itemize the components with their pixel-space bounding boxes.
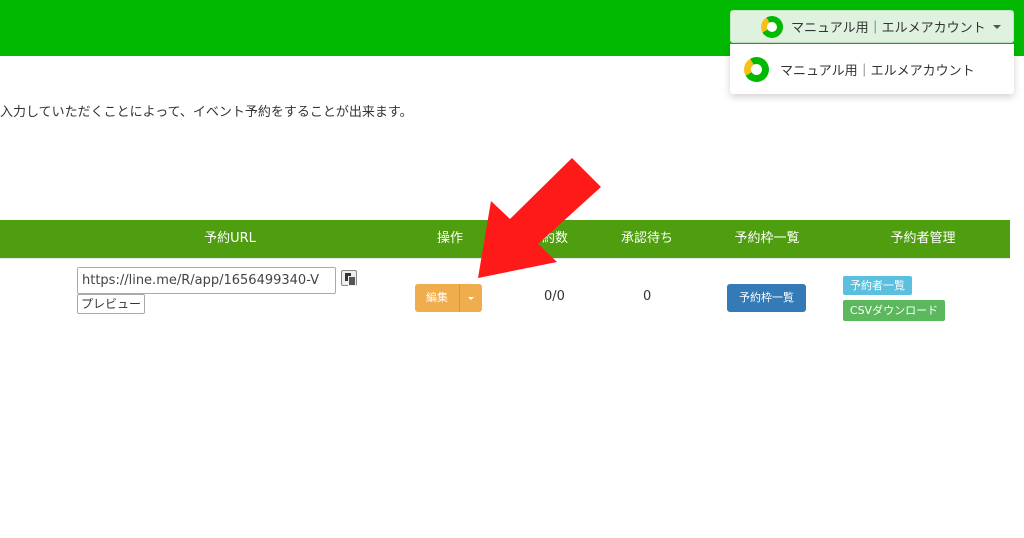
account-dropdown-menu: マニュアル用｜エルメアカウント	[730, 44, 1014, 94]
table-header: 予約URL 操作 約数 承認待ち 予約枠一覧 予約者管理	[0, 220, 1010, 258]
column-header-url: 予約URL	[204, 231, 256, 246]
reservation-url-field[interactable]	[77, 267, 336, 294]
account-switcher-button[interactable]: マニュアル用｜エルメアカウント	[730, 10, 1014, 43]
edit-button-group: 編集	[415, 284, 482, 312]
reserver-list-button[interactable]: 予約者一覧	[843, 276, 912, 295]
column-header-reserver-management: 予約者管理	[890, 231, 956, 246]
slot-list-button[interactable]: 予約枠一覧	[727, 284, 806, 312]
reservation-count: 0/0	[544, 289, 565, 304]
account-logo-icon	[744, 56, 769, 82]
csv-download-button[interactable]: CSVダウンロード	[843, 300, 945, 321]
chevron-down-icon	[992, 24, 1001, 29]
column-header-pending: 承認待ち	[620, 231, 673, 246]
edit-dropdown-toggle[interactable]	[460, 284, 482, 312]
caret-down-icon	[468, 296, 474, 300]
column-header-actions: 操作	[436, 231, 463, 246]
intro-text: 入力していただくことによって、イベント予約をすることが出来ます。	[0, 105, 413, 120]
copy-icon[interactable]	[341, 270, 357, 286]
dropdown-item-account[interactable]: マニュアル用｜エルメアカウント	[780, 60, 975, 79]
pending-count: 0	[643, 289, 652, 304]
edit-button[interactable]: 編集	[415, 284, 460, 312]
column-header-count: 約数	[541, 231, 568, 246]
account-label: マニュアル用｜エルメアカウント	[791, 21, 986, 36]
column-header-slot-list: 予約枠一覧	[734, 231, 800, 246]
account-logo-icon	[761, 15, 783, 38]
divider	[0, 258, 1010, 259]
preview-button[interactable]: プレビュー	[77, 294, 145, 314]
